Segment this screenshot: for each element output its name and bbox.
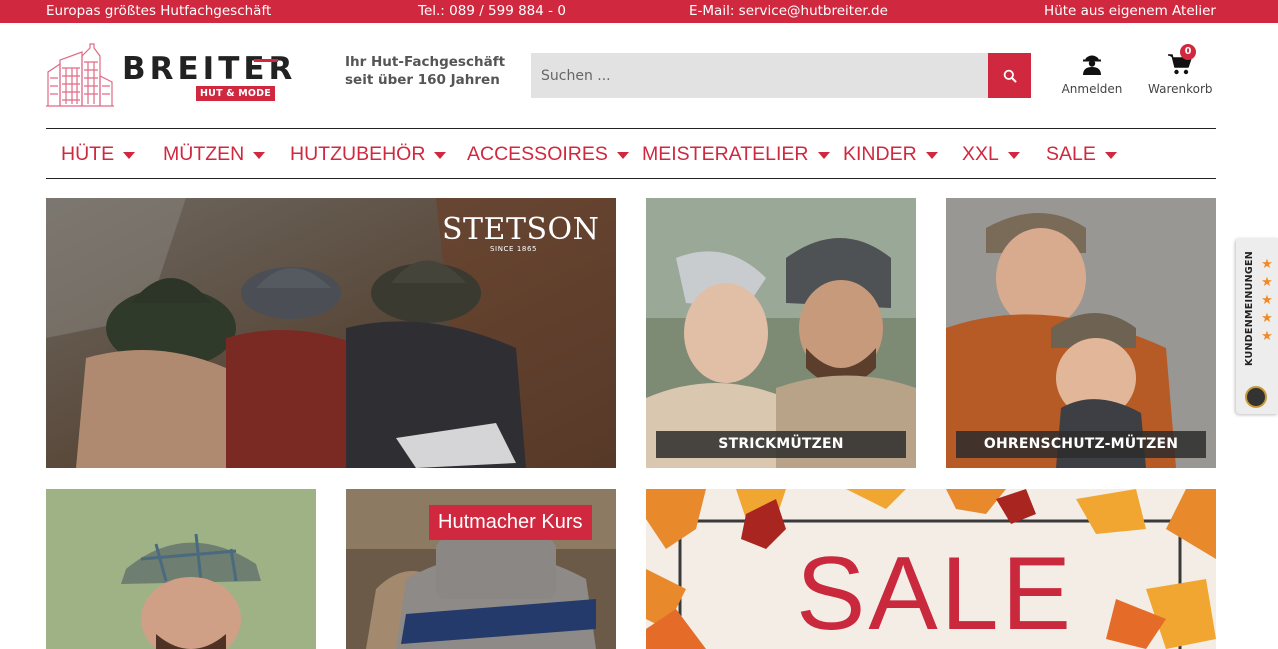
customer-reviews-widget[interactable]: KUNDENMEINUNGEN ★ ★ ★ ★ ★ [1236, 238, 1278, 414]
user-icon [1083, 55, 1101, 75]
stetson-since-text: SINCE 1865 [490, 245, 538, 253]
nav-item-label: XXL [962, 143, 999, 165]
nav-item-sale[interactable]: SALE [1046, 143, 1117, 166]
nav-item-label: ACCESSOIRES [467, 143, 608, 165]
brand-tagline: Ihr Hut-Fachgeschäft seit über 160 Jahre… [345, 53, 505, 89]
reviews-label: KUNDENMEINUNGEN [1244, 250, 1256, 366]
nav-item-hutzubehoer[interactable]: HUTZUBEHÖR [290, 143, 447, 166]
cap-tile[interactable] [46, 489, 316, 649]
stetson-brand-logo: STETSON [442, 212, 600, 247]
tagline-line-1: Ihr Hut-Fachgeschäft [345, 54, 506, 70]
reviews-label-wrapper: KUNDENMEINUNGEN [1240, 244, 1260, 372]
brand-badge: HUT & MODE [196, 86, 275, 101]
nav-item-huete[interactable]: HÜTE [61, 143, 136, 166]
chevron-down-icon [253, 151, 266, 159]
tagline-line-2: seit über 160 Jahren [345, 72, 500, 88]
nav-item-label: HUTZUBEHÖR [290, 143, 426, 165]
cart-count-badge: 0 [1180, 44, 1196, 60]
nav-item-meisteratelier[interactable]: MEISTERATELIER [642, 143, 830, 166]
strickmuetzen-photo [646, 198, 916, 468]
nav-item-kinder[interactable]: KINDER [843, 143, 938, 166]
login-button[interactable]: Anmelden [1060, 52, 1124, 96]
nav-item-label: KINDER [843, 143, 917, 165]
top-info-bar: Europas größtes Hutfachgeschäft Tel.: 08… [0, 0, 1278, 23]
nav-item-label: MÜTZEN [163, 143, 245, 165]
sale-banner[interactable]: SALE [646, 489, 1216, 649]
search-bar [531, 53, 1031, 98]
search-button[interactable] [988, 53, 1031, 98]
chevron-down-icon [1104, 151, 1117, 159]
trust-seal-icon [1245, 386, 1267, 408]
phone-link[interactable]: Tel.: 089 / 599 884 - 0 [418, 3, 566, 19]
building-logo-icon [46, 43, 114, 107]
chevron-down-icon [434, 151, 447, 159]
cap-photo [46, 489, 316, 649]
strickmuetzen-label: STRICKMÜTZEN [656, 431, 906, 458]
hutmacher-kurs-tile[interactable]: Hutmacher Kurs [346, 489, 616, 649]
rating-stars-icon: ★ ★ ★ ★ ★ [1261, 257, 1273, 344]
nav-item-label: MEISTERATELIER [642, 143, 809, 165]
hutmacher-kurs-label: Hutmacher Kurs [429, 505, 592, 540]
chevron-down-icon [616, 151, 629, 159]
chevron-down-icon [925, 151, 938, 159]
ohrenschutz-label: OHRENSCHUTZ-MÜTZEN [956, 431, 1206, 458]
main-navigation: HÜTE MÜTZEN HUTZUBEHÖR ACCESSOIRES MEIST… [46, 128, 1216, 179]
sale-heading: SALE [796, 536, 1074, 649]
nav-item-accessoires[interactable]: ACCESSOIRES [467, 143, 629, 166]
ohrenschutz-photo [946, 198, 1216, 468]
breiter-logo[interactable]: BREITER HUT & MODE [46, 42, 331, 108]
search-icon [1003, 69, 1016, 82]
search-input[interactable] [531, 53, 988, 98]
chevron-down-icon [1007, 151, 1020, 159]
ohrenschutz-tile[interactable]: OHRENSCHUTZ-MÜTZEN [946, 198, 1216, 468]
brand-name: BREITER [122, 51, 297, 87]
nav-item-label: SALE [1046, 143, 1096, 165]
chevron-down-icon [123, 151, 136, 159]
nav-item-xxl[interactable]: XXL [962, 143, 1020, 166]
chevron-down-icon [817, 151, 830, 159]
cart-button[interactable]: Warenkorb [1148, 52, 1213, 96]
slogan-text: Europas größtes Hutfachgeschäft [46, 3, 272, 19]
nav-item-label: HÜTE [61, 143, 115, 165]
logo-accent-bar [254, 59, 278, 62]
cart-label: Warenkorb [1148, 82, 1213, 96]
stetson-banner[interactable]: STETSON SINCE 1865 [46, 198, 616, 468]
atelier-text: Hüte aus eigenem Atelier [1044, 3, 1216, 19]
strickmuetzen-tile[interactable]: STRICKMÜTZEN [646, 198, 916, 468]
email-link[interactable]: E-Mail: service@hutbreiter.de [689, 3, 888, 19]
nav-item-muetzen[interactable]: MÜTZEN [163, 143, 266, 166]
login-label: Anmelden [1061, 82, 1123, 96]
